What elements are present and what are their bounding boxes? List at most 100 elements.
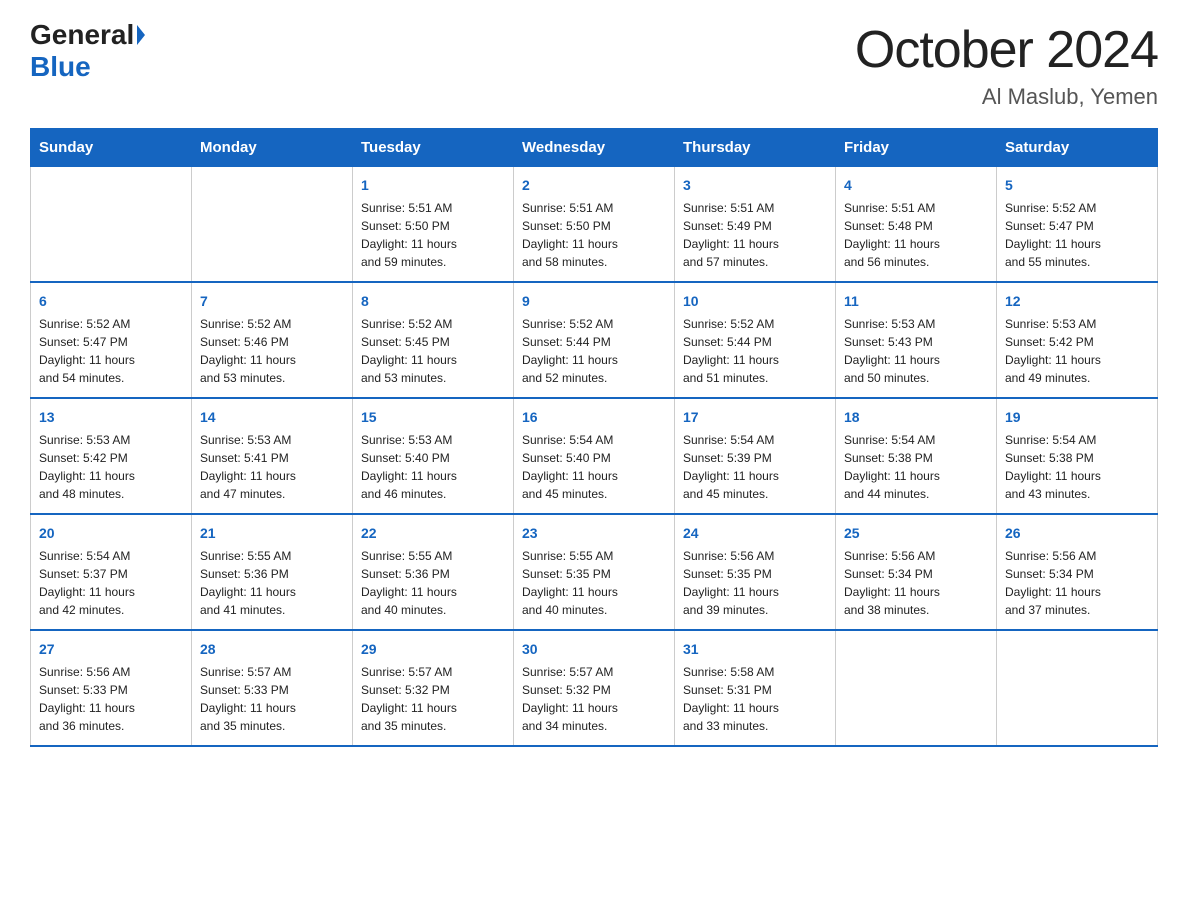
calendar-cell: 29 Sunrise: 5:57 AM Sunset: 5:32 PM Dayli… — [353, 630, 514, 746]
calendar-week-row: 27 Sunrise: 5:56 AM Sunset: 5:33 PM Dayli… — [31, 630, 1158, 746]
day-number: 16 — [522, 407, 666, 428]
day-number: 29 — [361, 639, 505, 660]
day-info: Sunrise: 5:58 AM Sunset: 5:31 PM Dayligh… — [683, 665, 779, 733]
day-number: 23 — [522, 523, 666, 544]
calendar-cell: 22 Sunrise: 5:55 AM Sunset: 5:36 PM Dayli… — [353, 514, 514, 630]
day-info: Sunrise: 5:52 AM Sunset: 5:47 PM Dayligh… — [1005, 201, 1101, 269]
calendar-cell — [997, 630, 1158, 746]
day-info: Sunrise: 5:51 AM Sunset: 5:49 PM Dayligh… — [683, 201, 779, 269]
day-info: Sunrise: 5:53 AM Sunset: 5:42 PM Dayligh… — [39, 433, 135, 501]
day-info: Sunrise: 5:54 AM Sunset: 5:39 PM Dayligh… — [683, 433, 779, 501]
weekday-header-sunday: Sunday — [31, 129, 192, 167]
day-info: Sunrise: 5:52 AM Sunset: 5:46 PM Dayligh… — [200, 317, 296, 385]
day-number: 6 — [39, 291, 183, 312]
calendar-cell: 30 Sunrise: 5:57 AM Sunset: 5:32 PM Dayli… — [514, 630, 675, 746]
calendar-week-row: 20 Sunrise: 5:54 AM Sunset: 5:37 PM Dayli… — [31, 514, 1158, 630]
day-number: 14 — [200, 407, 344, 428]
weekday-header-friday: Friday — [836, 129, 997, 167]
page-header: General Blue October 2024 Al Maslub, Yem… — [30, 20, 1158, 110]
calendar-cell: 2 Sunrise: 5:51 AM Sunset: 5:50 PM Daylig… — [514, 167, 675, 283]
day-number: 27 — [39, 639, 183, 660]
day-info: Sunrise: 5:52 AM Sunset: 5:44 PM Dayligh… — [683, 317, 779, 385]
calendar-header-row: SundayMondayTuesdayWednesdayThursdayFrid… — [31, 129, 1158, 167]
day-number: 22 — [361, 523, 505, 544]
calendar-title: October 2024 — [855, 20, 1158, 80]
day-info: Sunrise: 5:55 AM Sunset: 5:36 PM Dayligh… — [200, 549, 296, 617]
calendar-cell: 23 Sunrise: 5:55 AM Sunset: 5:35 PM Dayli… — [514, 514, 675, 630]
calendar-cell — [836, 630, 997, 746]
calendar-cell: 13 Sunrise: 5:53 AM Sunset: 5:42 PM Dayli… — [31, 398, 192, 514]
day-number: 10 — [683, 291, 827, 312]
day-number: 13 — [39, 407, 183, 428]
day-number: 15 — [361, 407, 505, 428]
day-info: Sunrise: 5:51 AM Sunset: 5:48 PM Dayligh… — [844, 201, 940, 269]
day-number: 5 — [1005, 175, 1149, 196]
day-info: Sunrise: 5:54 AM Sunset: 5:37 PM Dayligh… — [39, 549, 135, 617]
day-number: 12 — [1005, 291, 1149, 312]
day-number: 18 — [844, 407, 988, 428]
calendar-cell: 18 Sunrise: 5:54 AM Sunset: 5:38 PM Dayli… — [836, 398, 997, 514]
calendar-cell: 19 Sunrise: 5:54 AM Sunset: 5:38 PM Dayli… — [997, 398, 1158, 514]
logo: General Blue — [30, 20, 145, 83]
day-info: Sunrise: 5:53 AM Sunset: 5:42 PM Dayligh… — [1005, 317, 1101, 385]
calendar-cell: 17Sunrise: 5:54 AM Sunset: 5:39 PM Dayli… — [675, 398, 836, 514]
day-number: 8 — [361, 291, 505, 312]
calendar-cell: 21 Sunrise: 5:55 AM Sunset: 5:36 PM Dayli… — [192, 514, 353, 630]
calendar-cell: 1 Sunrise: 5:51 AM Sunset: 5:50 PM Daylig… — [353, 167, 514, 283]
day-number: 30 — [522, 639, 666, 660]
calendar-week-row: 13 Sunrise: 5:53 AM Sunset: 5:42 PM Dayli… — [31, 398, 1158, 514]
calendar-table: SundayMondayTuesdayWednesdayThursdayFrid… — [30, 128, 1158, 747]
calendar-cell: 9Sunrise: 5:52 AM Sunset: 5:44 PM Daylig… — [514, 282, 675, 398]
day-number: 3 — [683, 175, 827, 196]
calendar-cell: 15 Sunrise: 5:53 AM Sunset: 5:40 PM Dayli… — [353, 398, 514, 514]
weekday-header-tuesday: Tuesday — [353, 129, 514, 167]
day-number: 4 — [844, 175, 988, 196]
calendar-cell: 20 Sunrise: 5:54 AM Sunset: 5:37 PM Dayli… — [31, 514, 192, 630]
day-info: Sunrise: 5:56 AM Sunset: 5:33 PM Dayligh… — [39, 665, 135, 733]
day-number: 20 — [39, 523, 183, 544]
day-info: Sunrise: 5:52 AM Sunset: 5:47 PM Dayligh… — [39, 317, 135, 385]
calendar-cell: 25Sunrise: 5:56 AM Sunset: 5:34 PM Dayli… — [836, 514, 997, 630]
day-number: 28 — [200, 639, 344, 660]
day-number: 7 — [200, 291, 344, 312]
weekday-header-saturday: Saturday — [997, 129, 1158, 167]
day-number: 19 — [1005, 407, 1149, 428]
calendar-cell: 4 Sunrise: 5:51 AM Sunset: 5:48 PM Daylig… — [836, 167, 997, 283]
day-info: Sunrise: 5:53 AM Sunset: 5:43 PM Dayligh… — [844, 317, 940, 385]
day-info: Sunrise: 5:52 AM Sunset: 5:45 PM Dayligh… — [361, 317, 457, 385]
day-info: Sunrise: 5:57 AM Sunset: 5:32 PM Dayligh… — [522, 665, 618, 733]
calendar-cell: 10 Sunrise: 5:52 AM Sunset: 5:44 PM Dayli… — [675, 282, 836, 398]
calendar-subtitle: Al Maslub, Yemen — [855, 84, 1158, 110]
calendar-cell: 11Sunrise: 5:53 AM Sunset: 5:43 PM Dayli… — [836, 282, 997, 398]
day-number: 31 — [683, 639, 827, 660]
day-number: 9 — [522, 291, 666, 312]
calendar-cell: 27 Sunrise: 5:56 AM Sunset: 5:33 PM Dayli… — [31, 630, 192, 746]
day-number: 2 — [522, 175, 666, 196]
day-info: Sunrise: 5:55 AM Sunset: 5:35 PM Dayligh… — [522, 549, 618, 617]
day-info: Sunrise: 5:56 AM Sunset: 5:35 PM Dayligh… — [683, 549, 779, 617]
calendar-cell: 14 Sunrise: 5:53 AM Sunset: 5:41 PM Dayli… — [192, 398, 353, 514]
day-info: Sunrise: 5:57 AM Sunset: 5:33 PM Dayligh… — [200, 665, 296, 733]
day-number: 21 — [200, 523, 344, 544]
calendar-cell: 28 Sunrise: 5:57 AM Sunset: 5:33 PM Dayli… — [192, 630, 353, 746]
calendar-week-row: 6 Sunrise: 5:52 AM Sunset: 5:47 PM Daylig… — [31, 282, 1158, 398]
day-info: Sunrise: 5:54 AM Sunset: 5:38 PM Dayligh… — [1005, 433, 1101, 501]
calendar-week-row: 1 Sunrise: 5:51 AM Sunset: 5:50 PM Daylig… — [31, 167, 1158, 283]
day-info: Sunrise: 5:51 AM Sunset: 5:50 PM Dayligh… — [522, 201, 618, 269]
calendar-cell: 16Sunrise: 5:54 AM Sunset: 5:40 PM Dayli… — [514, 398, 675, 514]
day-info: Sunrise: 5:53 AM Sunset: 5:40 PM Dayligh… — [361, 433, 457, 501]
logo-blue-text: Blue — [30, 51, 91, 82]
day-number: 1 — [361, 175, 505, 196]
day-info: Sunrise: 5:51 AM Sunset: 5:50 PM Dayligh… — [361, 201, 457, 269]
day-number: 25 — [844, 523, 988, 544]
calendar-cell: 8 Sunrise: 5:52 AM Sunset: 5:45 PM Daylig… — [353, 282, 514, 398]
day-info: Sunrise: 5:54 AM Sunset: 5:38 PM Dayligh… — [844, 433, 940, 501]
calendar-cell: 31 Sunrise: 5:58 AM Sunset: 5:31 PM Dayli… — [675, 630, 836, 746]
day-info: Sunrise: 5:57 AM Sunset: 5:32 PM Dayligh… — [361, 665, 457, 733]
day-info: Sunrise: 5:56 AM Sunset: 5:34 PM Dayligh… — [1005, 549, 1101, 617]
calendar-cell: 6 Sunrise: 5:52 AM Sunset: 5:47 PM Daylig… — [31, 282, 192, 398]
calendar-cell: 5 Sunrise: 5:52 AM Sunset: 5:47 PM Daylig… — [997, 167, 1158, 283]
day-info: Sunrise: 5:53 AM Sunset: 5:41 PM Dayligh… — [200, 433, 296, 501]
calendar-cell — [192, 167, 353, 283]
day-info: Sunrise: 5:55 AM Sunset: 5:36 PM Dayligh… — [361, 549, 457, 617]
